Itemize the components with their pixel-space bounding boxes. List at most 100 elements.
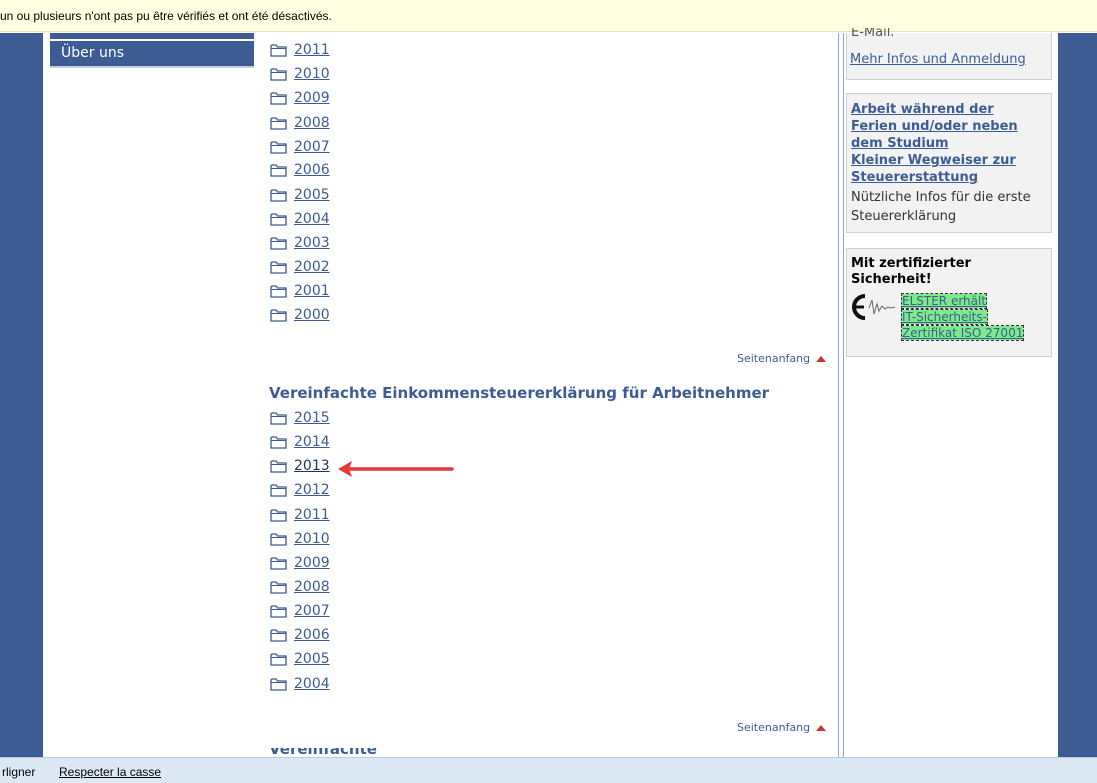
year-link[interactable]: 2008: [294, 115, 330, 131]
year-link[interactable]: 2001: [294, 283, 330, 299]
folder-icon: [270, 44, 287, 57]
year-link[interactable]: 2009: [294, 90, 330, 106]
folder-icon: [270, 164, 287, 177]
list-item[interactable]: 2005: [270, 185, 330, 205]
triangle-up-icon: [816, 724, 827, 731]
list-item[interactable]: 2002: [270, 257, 330, 277]
year-link[interactable]: 2012: [294, 482, 330, 498]
year-link[interactable]: 2007: [294, 603, 330, 619]
list-item[interactable]: 2007: [270, 601, 330, 621]
description-line: Steuererklärung: [851, 209, 957, 224]
folder-icon: [270, 141, 287, 154]
list-item[interactable]: 2005: [270, 649, 330, 669]
more-info-link[interactable]: Mehr Infos und Anmeldung: [850, 52, 1026, 67]
ferienjob-link-line: Kleiner Wegweiser zur: [851, 153, 1016, 168]
folder-icon: [270, 92, 287, 105]
folder-icon: [270, 213, 287, 226]
year-link[interactable]: 2015: [294, 410, 330, 426]
year-link[interactable]: 2009: [294, 555, 330, 571]
list-item[interactable]: 2003: [270, 233, 330, 253]
security-heading-line: Mit zertifizierter: [851, 256, 971, 271]
elster-certificate-link[interactable]: ELSTER erhält IT-Sicherheits- Zertifikat…: [900, 293, 1038, 341]
back-to-top-link[interactable]: Seitenanfang: [737, 352, 827, 365]
sidebar-item-cut[interactable]: [50, 33, 254, 39]
list-item[interactable]: 2008: [270, 577, 330, 597]
list-item[interactable]: 2012: [270, 480, 330, 500]
folder-icon: [270, 309, 287, 322]
year-link[interactable]: 2011: [294, 507, 330, 523]
list-item[interactable]: 2004: [270, 209, 330, 229]
column-divider: [843, 33, 844, 757]
year-link[interactable]: 2014: [294, 434, 330, 450]
back-to-top-link[interactable]: Seitenanfang: [737, 721, 827, 734]
description-line: Nützliche Infos für die erste: [851, 190, 1031, 205]
folder-icon: [270, 605, 287, 618]
next-section-heading: Vereinfachte: [269, 748, 399, 757]
certificate-link-line: ELSTER erhält: [900, 293, 988, 309]
email-label: E-Mail.: [851, 28, 895, 38]
folder-icon: [270, 509, 287, 522]
ferienjob-link-line: dem Studium: [851, 136, 949, 151]
list-item[interactable]: 2006: [270, 160, 330, 180]
year-link[interactable]: 2010: [294, 66, 330, 82]
year-link-highlighted[interactable]: 2013: [294, 458, 330, 474]
back-to-top-label: Seitenanfang: [737, 721, 811, 734]
match-case-checkbox[interactable]: Respecter la casse: [59, 765, 161, 779]
folder-icon: [270, 285, 287, 298]
list-item[interactable]: 2006: [270, 625, 330, 645]
list-item[interactable]: 2010: [270, 64, 330, 84]
back-to-top-label: Seitenanfang: [737, 352, 811, 365]
list-item[interactable]: 2007: [270, 137, 330, 157]
red-arrow-annotation: [338, 461, 454, 477]
list-item[interactable]: 2008: [270, 113, 330, 133]
list-item[interactable]: 2010: [270, 529, 330, 549]
next-section-heading-text: Vereinfachte: [269, 748, 377, 757]
security-heading: Mit zertifizierter Sicherheit!: [851, 256, 1047, 288]
year-link[interactable]: 2005: [294, 651, 330, 667]
list-item[interactable]: 2011: [270, 40, 330, 60]
year-link[interactable]: 2007: [294, 139, 330, 155]
folder-icon: [270, 412, 287, 425]
list-item[interactable]: 2001: [270, 281, 330, 301]
ferienjob-link-line: Steuererstattung: [851, 170, 979, 185]
certificate-link-line: Zertifikat ISO 27001: [900, 325, 1025, 341]
triangle-up-icon: [816, 355, 827, 362]
year-link[interactable]: 2005: [294, 187, 330, 203]
list-item[interactable]: 2014: [270, 432, 330, 452]
match-case-label: Respecter la casse: [59, 765, 162, 779]
sidebar-item-ueber-uns[interactable]: Über uns: [50, 41, 254, 68]
year-link[interactable]: 2004: [294, 211, 330, 227]
year-link[interactable]: 2006: [294, 627, 330, 643]
ferienjob-description: Nützliche Infos für die erste Steuererkl…: [851, 188, 1047, 226]
highlight-all-button[interactable]: rligner: [2, 765, 35, 779]
year-link[interactable]: 2004: [294, 676, 330, 692]
infobar-message: un ou plusieurs n'ont pas pu être vérifi…: [0, 9, 332, 23]
year-link[interactable]: 2002: [294, 259, 330, 275]
infobar[interactable]: un ou plusieurs n'ont pas pu être vérifi…: [0, 0, 1097, 32]
elster-logo: [852, 294, 896, 320]
ferienjob-link-line: Ferien und/oder neben: [851, 119, 1018, 134]
list-item[interactable]: 2000: [270, 305, 330, 325]
list-item[interactable]: 2011: [270, 505, 330, 525]
year-link[interactable]: 2006: [294, 162, 330, 178]
year-link[interactable]: 2000: [294, 307, 330, 323]
folder-icon: [270, 581, 287, 594]
year-link[interactable]: 2003: [294, 235, 330, 251]
ferienjob-link-line: Arbeit während der: [851, 102, 994, 117]
year-link[interactable]: 2008: [294, 579, 330, 595]
list-item[interactable]: 2009: [270, 88, 330, 108]
certificate-link-line: IT-Sicherheits-: [901, 309, 988, 325]
list-item[interactable]: 2004: [270, 674, 330, 694]
folder-icon: [270, 653, 287, 666]
list-item[interactable]: 2009: [270, 553, 330, 573]
folder-icon: [270, 678, 287, 691]
folder-icon: [270, 484, 287, 497]
folder-icon: [270, 533, 287, 546]
year-link[interactable]: 2010: [294, 531, 330, 547]
list-item[interactable]: 2013: [270, 456, 330, 476]
year-link[interactable]: 2011: [294, 42, 330, 58]
find-bar: rligner Respecter la casse: [0, 757, 1097, 783]
security-heading-line: Sicherheit!: [851, 272, 932, 287]
ferienjob-link[interactable]: Arbeit während der Ferien und/oder neben…: [851, 101, 1047, 186]
list-item[interactable]: 2015: [270, 408, 330, 428]
